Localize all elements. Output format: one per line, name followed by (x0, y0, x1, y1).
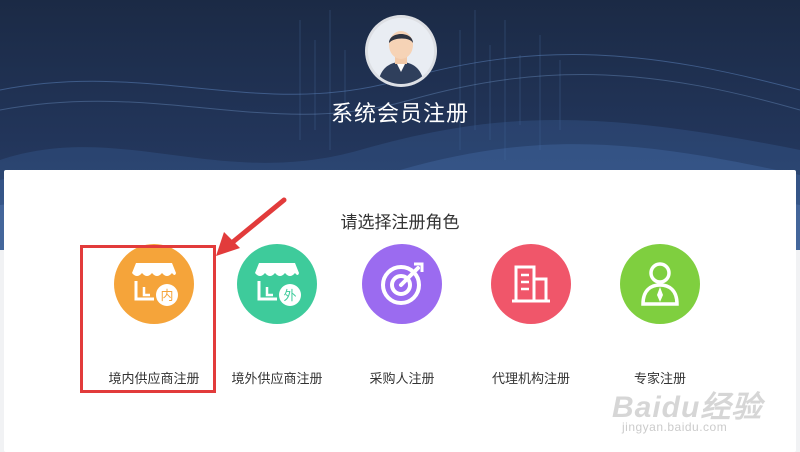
highlight-box (80, 245, 216, 393)
user-avatar (368, 18, 434, 84)
baidu-watermark-url: jingyan.baidu.com (622, 420, 728, 434)
role-label[interactable]: 代理机构注册 (461, 368, 601, 387)
role-label[interactable]: 境外供应商注册 (207, 368, 347, 387)
building-icon[interactable] (491, 244, 571, 324)
role-overseas-supplier[interactable]: 外 境外供应商注册 (207, 244, 347, 387)
role-expert[interactable]: 专家注册 (590, 244, 730, 387)
expert-person-icon[interactable] (620, 244, 700, 324)
annotation-arrow-icon (216, 197, 287, 256)
page-title: 系统会员注册 (330, 101, 469, 126)
role-purchaser[interactable]: 采购人注册 (332, 244, 472, 387)
target-icon[interactable] (362, 244, 442, 324)
role-label[interactable]: 采购人注册 (332, 368, 472, 387)
svg-text:外: 外 (283, 289, 296, 304)
role-selection-prompt: 请选择注册角色 (340, 213, 460, 232)
role-agency[interactable]: 代理机构注册 (461, 244, 601, 387)
person-avatar-icon (368, 18, 434, 84)
